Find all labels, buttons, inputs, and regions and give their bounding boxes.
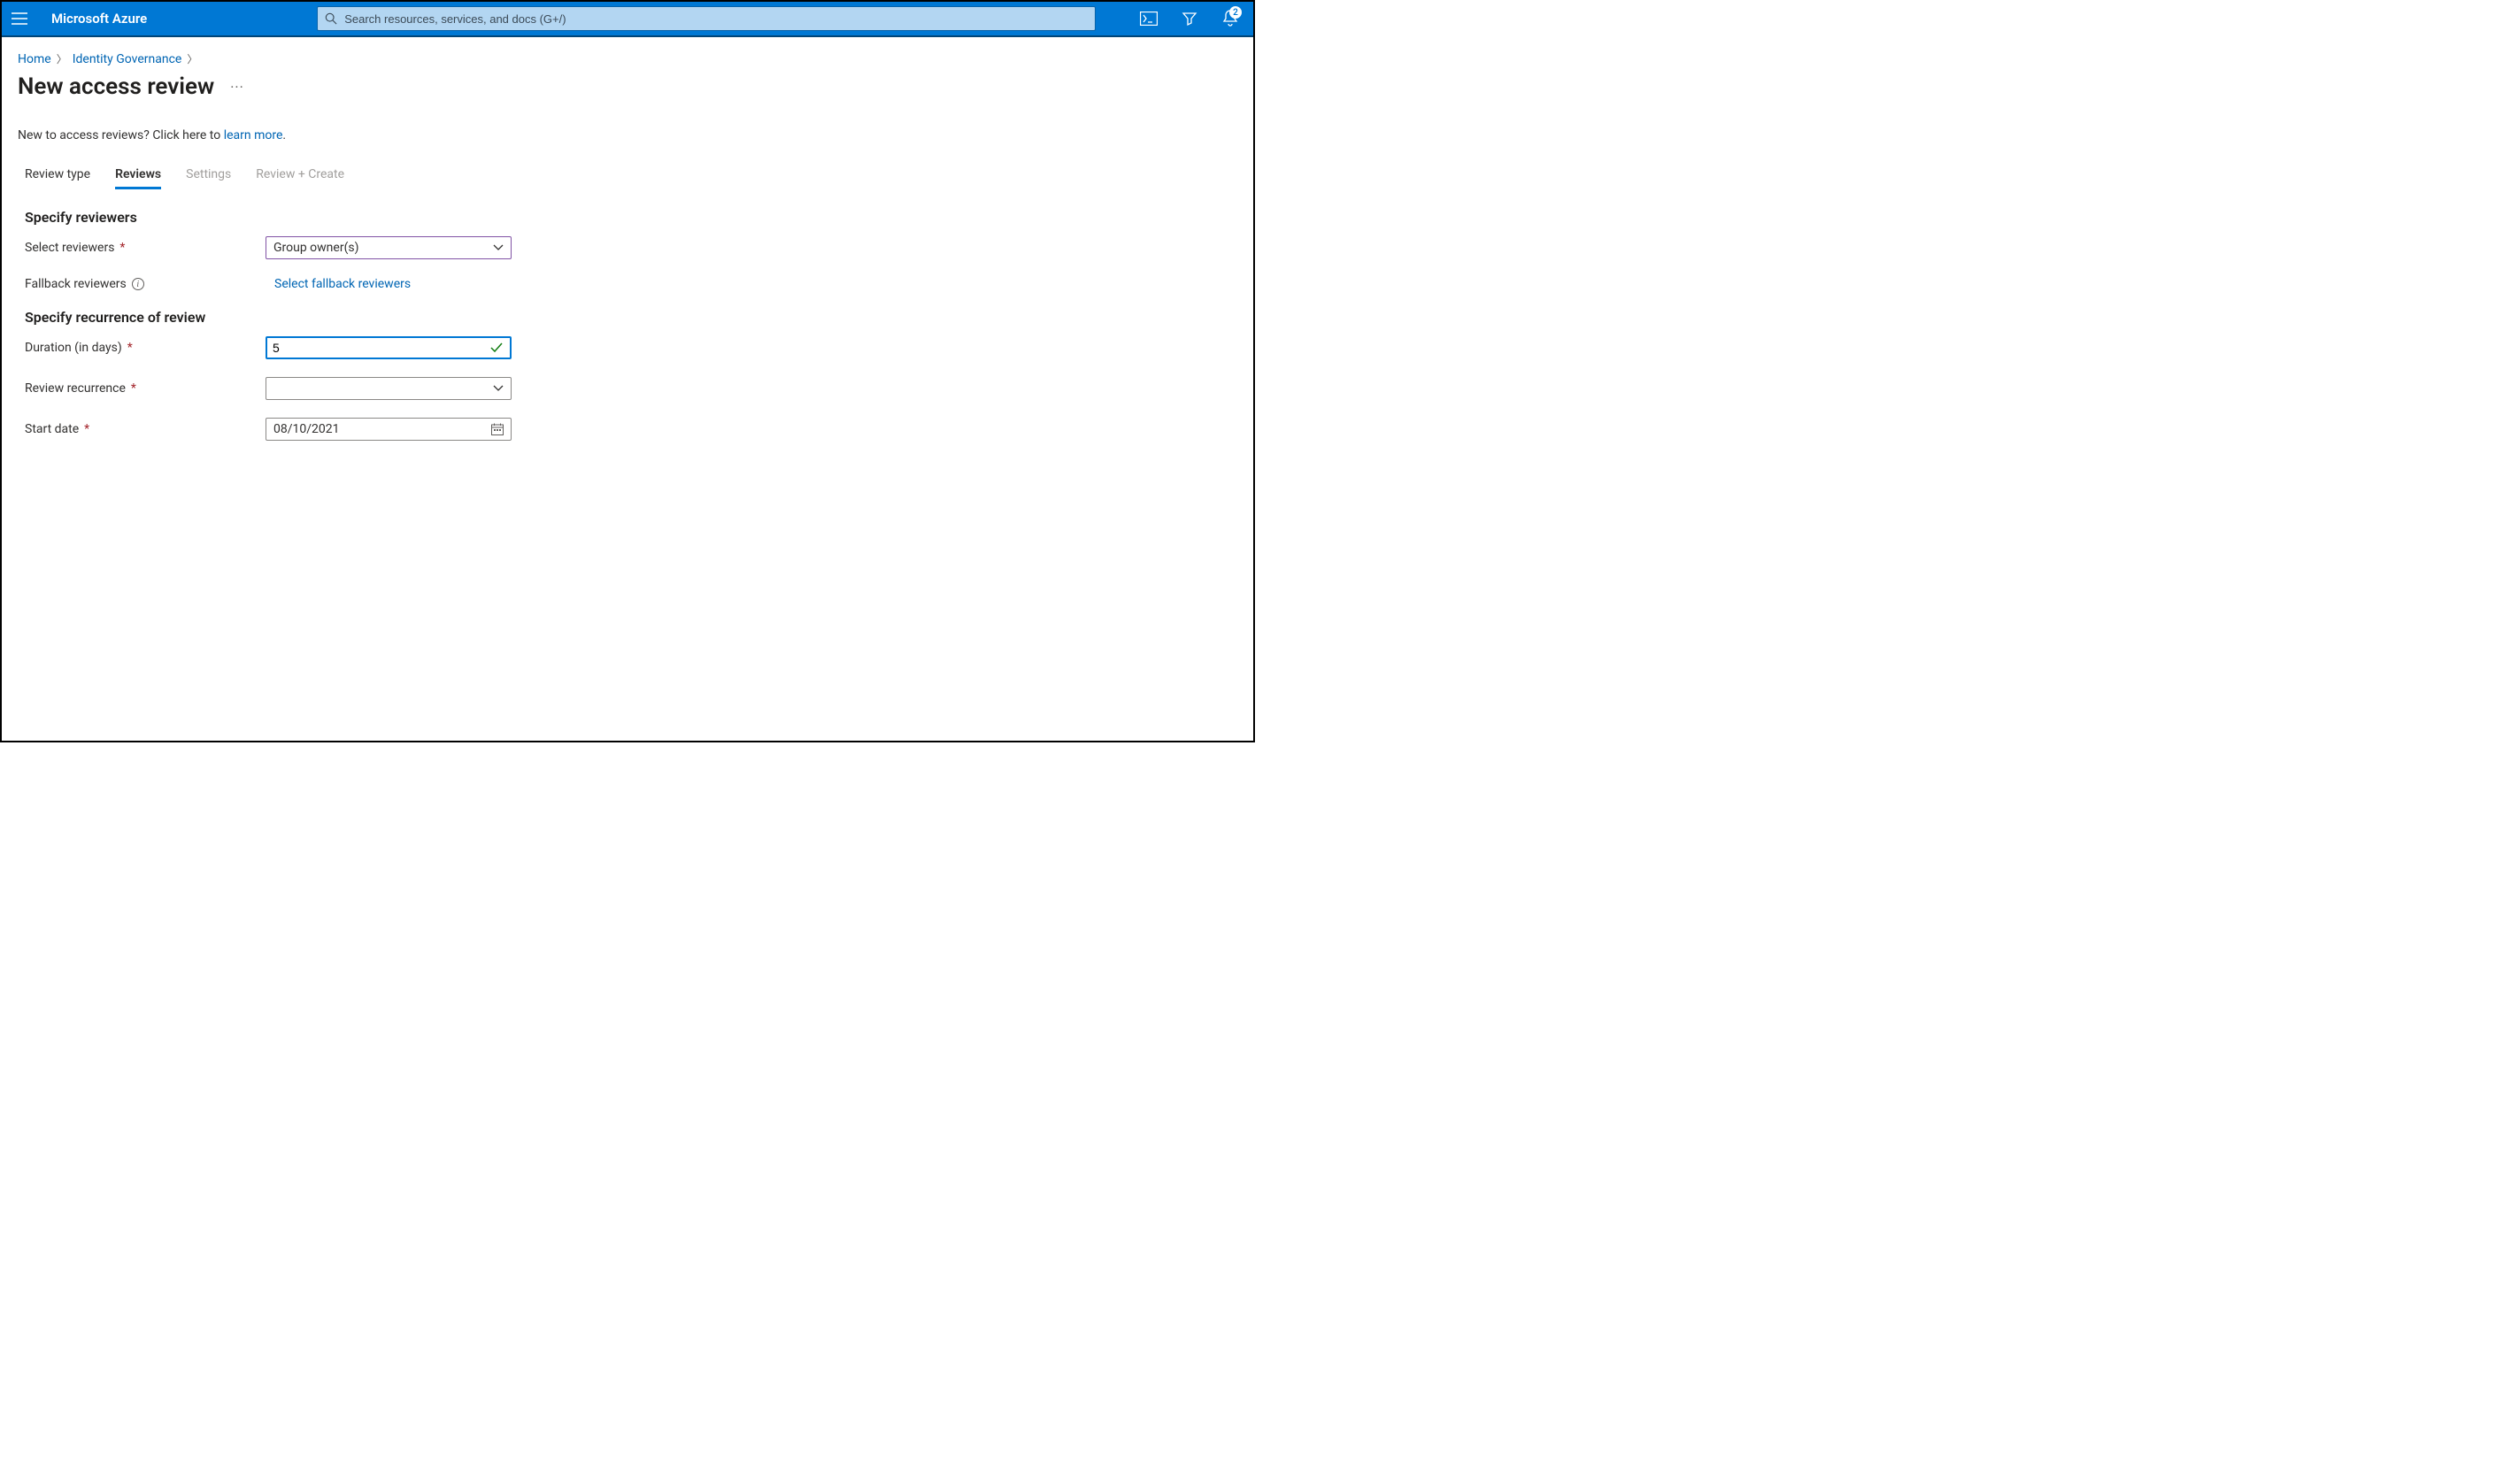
search-input[interactable] [344, 12, 1088, 26]
filter-icon [1182, 11, 1197, 27]
label-fallback-reviewers-text: Fallback reviewers [25, 277, 127, 291]
page-title: New access review [18, 73, 214, 100]
chevron-down-icon [493, 385, 504, 392]
label-duration: Duration (in days) * [25, 341, 266, 355]
row-start-date: Start date * 08/10/2021 [18, 418, 1237, 441]
search-box[interactable] [317, 6, 1096, 31]
intro-text: New to access reviews? Click here to lea… [18, 128, 1237, 142]
cloud-shell-button[interactable] [1135, 4, 1163, 33]
label-recurrence-text: Review recurrence [25, 381, 126, 396]
tabs: Review type Reviews Settings Review + Cr… [18, 167, 1237, 189]
hamburger-menu-button[interactable] [7, 6, 32, 31]
calendar-icon [491, 423, 504, 435]
required-indicator: * [84, 422, 89, 436]
label-recurrence: Review recurrence * [25, 381, 266, 396]
hamburger-icon [12, 12, 27, 25]
row-duration: Duration (in days) * [18, 336, 1237, 359]
label-select-reviewers: Select reviewers * [25, 241, 266, 255]
intro-prefix: New to access reviews? Click here to [18, 128, 224, 142]
row-select-reviewers: Select reviewers * Group owner(s) [18, 236, 1237, 259]
breadcrumb-home[interactable]: Home [18, 52, 51, 66]
label-start-date: Start date * [25, 422, 266, 436]
chevron-right-icon: 〉 [57, 51, 67, 66]
breadcrumb-identity-governance[interactable]: Identity Governance [73, 52, 182, 66]
recurrence-dropdown[interactable] [266, 377, 512, 400]
brand-label: Microsoft Azure [51, 11, 147, 27]
cloud-shell-icon [1140, 12, 1158, 26]
section-specify-reviewers-heading: Specify reviewers [18, 209, 1237, 226]
tab-review-create: Review + Create [256, 167, 344, 189]
duration-input[interactable] [273, 341, 504, 355]
more-actions-button[interactable]: ··· [230, 79, 244, 96]
breadcrumb: Home 〉 Identity Governance 〉 [18, 51, 1237, 66]
tab-review-type[interactable]: Review type [25, 167, 90, 189]
directories-filter-button[interactable] [1175, 4, 1204, 33]
section-specify-recurrence-heading: Specify recurrence of review [18, 309, 1237, 326]
select-reviewers-value: Group owner(s) [273, 241, 358, 255]
learn-more-link[interactable]: learn more [224, 128, 283, 142]
chevron-right-icon: 〉 [187, 51, 197, 66]
top-header: Microsoft Azure 2 [2, 2, 1253, 37]
start-date-value: 08/10/2021 [273, 422, 340, 436]
valid-check-icon [490, 342, 503, 353]
select-fallback-reviewers-link[interactable]: Select fallback reviewers [274, 277, 411, 291]
label-duration-text: Duration (in days) [25, 341, 122, 355]
required-indicator: * [127, 341, 133, 355]
start-date-input[interactable]: 08/10/2021 [266, 418, 512, 441]
notifications-button[interactable]: 2 [1216, 4, 1244, 33]
intro-suffix: . [282, 128, 286, 142]
required-indicator: * [119, 241, 125, 255]
label-start-date-text: Start date [25, 422, 79, 436]
row-recurrence: Review recurrence * [18, 377, 1237, 400]
header-actions: 2 [1135, 4, 1248, 33]
notification-badge: 2 [1229, 6, 1242, 19]
duration-input-wrap [266, 336, 512, 359]
row-fallback-reviewers: Fallback reviewers i Select fallback rev… [18, 277, 1237, 291]
page-title-row: New access review ··· [18, 73, 1237, 100]
page-body: Home 〉 Identity Governance 〉 New access … [2, 37, 1253, 473]
search-icon [325, 12, 337, 25]
required-indicator: * [131, 381, 136, 396]
chevron-down-icon [493, 244, 504, 251]
select-reviewers-dropdown[interactable]: Group owner(s) [266, 236, 512, 259]
search-wrapper [317, 6, 1096, 31]
label-fallback-reviewers: Fallback reviewers i [25, 277, 266, 291]
label-select-reviewers-text: Select reviewers [25, 241, 114, 255]
tab-settings: Settings [186, 167, 231, 189]
info-icon[interactable]: i [132, 278, 144, 290]
tab-reviews[interactable]: Reviews [115, 167, 161, 189]
